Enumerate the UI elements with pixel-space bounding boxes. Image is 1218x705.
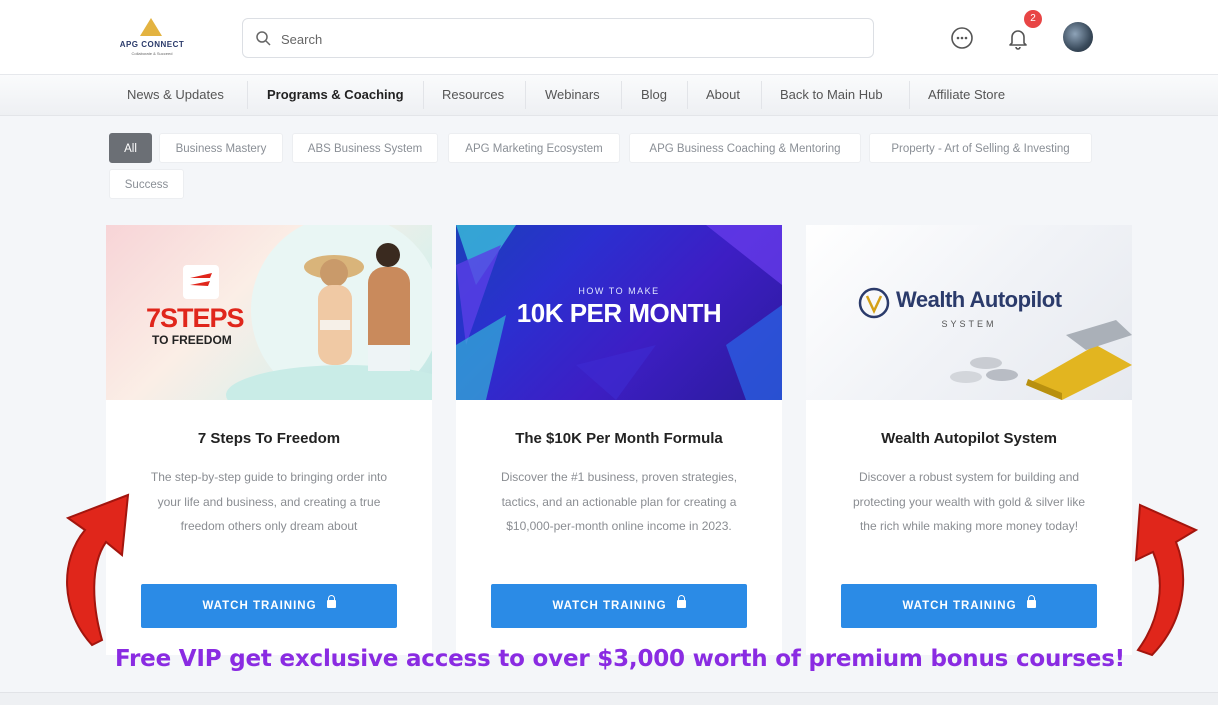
description-line: protecting your wealth with gold & silve… [852, 494, 1086, 509]
watch-training-button[interactable]: WATCH TRAINING [491, 584, 747, 628]
lock-icon [326, 595, 336, 608]
search-box[interactable] [242, 18, 874, 58]
description-line: Discover the #1 business, proven strateg… [500, 470, 738, 484]
thumbnail-headline: 10K PER MONTH [516, 298, 722, 328]
description-line: Discover a robust system for building an… [858, 470, 1080, 484]
promo-banner-text: Free VIP get exclusive access to over $3… [115, 646, 1125, 672]
description-line: the rich while making more money today! [859, 519, 1079, 533]
button-label: WATCH TRAINING [902, 600, 1017, 612]
nav-item-about[interactable]: About [706, 75, 740, 115]
nav-item-webinars[interactable]: Webinars [545, 75, 600, 115]
brand-tagline: Collaborate & Succeed [131, 51, 173, 56]
course-card[interactable]: Wealth Autopilot SYSTEM Wealth Autopilot… [806, 225, 1132, 655]
nav-divider [247, 81, 248, 109]
filter-chip-abs-business-system[interactable]: ABS Business System [292, 133, 438, 163]
search-icon [256, 31, 271, 46]
filter-chip-property[interactable]: Property - Art of Selling & Investing [869, 133, 1092, 163]
red-curved-arrow-icon [65, 493, 130, 647]
course-card[interactable]: HOW TO MAKE 10K PER MONTH The $10K Per M… [456, 225, 782, 655]
thumbnail-headline: 7STEPS [146, 303, 245, 333]
course-title[interactable]: The $10K Per Month Formula [456, 430, 782, 447]
nav-item-blog[interactable]: Blog [641, 75, 667, 115]
course-description: The step-by-step guide to bringing order… [134, 465, 404, 539]
nav-divider [761, 81, 762, 109]
course-card[interactable]: 7STEPS TO FREEDOM 7 Steps To Freedom The… [106, 225, 432, 655]
button-label: WATCH TRAINING [552, 600, 667, 612]
main-nav: News & Updates Programs & Coaching Resou… [0, 75, 1218, 116]
chat-bubble-icon[interactable] [948, 24, 976, 52]
filter-chip-all[interactable]: All [109, 133, 152, 163]
bell-icon[interactable] [1004, 24, 1032, 52]
logo-triangle-icon [140, 18, 162, 36]
filter-chip-success[interactable]: Success [109, 169, 184, 199]
course-thumbnail[interactable]: HOW TO MAKE 10K PER MONTH [456, 225, 782, 400]
nav-divider [525, 81, 526, 109]
filter-chip-business-mastery[interactable]: Business Mastery [159, 133, 283, 163]
nav-divider [423, 81, 424, 109]
brand-name: APG CONNECT [119, 40, 185, 49]
description-line: your life and business, and creating a t… [157, 494, 381, 509]
course-description: Discover a robust system for building an… [834, 465, 1104, 539]
bottom-divider [0, 692, 1218, 705]
course-thumbnail[interactable]: 7STEPS TO FREEDOM [106, 225, 432, 400]
description-line: tactics, and an actionable plan for crea… [501, 494, 737, 509]
course-thumbnail[interactable]: Wealth Autopilot SYSTEM [806, 225, 1132, 400]
filter-chip-apg-business-coaching[interactable]: APG Business Coaching & Mentoring [629, 133, 861, 163]
brand-logo[interactable]: APG CONNECT Collaborate & Succeed [112, 18, 192, 62]
search-input[interactable] [279, 27, 863, 51]
lock-icon [676, 595, 686, 608]
avatar[interactable] [1063, 22, 1093, 52]
description-line: $10,000-per-month online income in 2023. [506, 519, 732, 533]
course-description: Discover the #1 business, proven strateg… [484, 465, 754, 539]
button-label: WATCH TRAINING [202, 600, 317, 612]
filter-chip-apg-marketing-ecosystem[interactable]: APG Marketing Ecosystem [448, 133, 620, 163]
notification-badge: 2 [1024, 10, 1042, 28]
thumbnail-kicker: HOW TO MAKE [578, 286, 660, 296]
nav-item-news-updates[interactable]: News & Updates [127, 75, 224, 115]
thumbnail-subheadline: TO FREEDOM [152, 333, 232, 347]
course-title[interactable]: 7 Steps To Freedom [106, 430, 432, 447]
red-curved-arrow-icon [1134, 503, 1199, 657]
lock-icon [1026, 595, 1036, 608]
top-bar: APG CONNECT Collaborate & Succeed 2 [0, 0, 1218, 75]
nav-divider [687, 81, 688, 109]
watch-training-button[interactable]: WATCH TRAINING [141, 584, 397, 628]
nav-item-programs-coaching[interactable]: Programs & Coaching [267, 75, 404, 115]
course-title[interactable]: Wealth Autopilot System [806, 430, 1132, 447]
nav-item-back-to-main-hub[interactable]: Back to Main Hub [780, 75, 883, 115]
nav-item-resources[interactable]: Resources [442, 75, 504, 115]
description-line: freedom others only dream about [180, 519, 358, 533]
nav-divider [909, 81, 910, 109]
thumbnail-subheadline: SYSTEM [941, 319, 997, 329]
nav-item-affiliate-store[interactable]: Affiliate Store [928, 75, 1005, 115]
description-line: The step-by-step guide to bringing order… [150, 470, 388, 484]
nav-divider [621, 81, 622, 109]
watch-training-button[interactable]: WATCH TRAINING [841, 584, 1097, 628]
thumbnail-headline: Wealth Autopilot [896, 287, 1062, 312]
